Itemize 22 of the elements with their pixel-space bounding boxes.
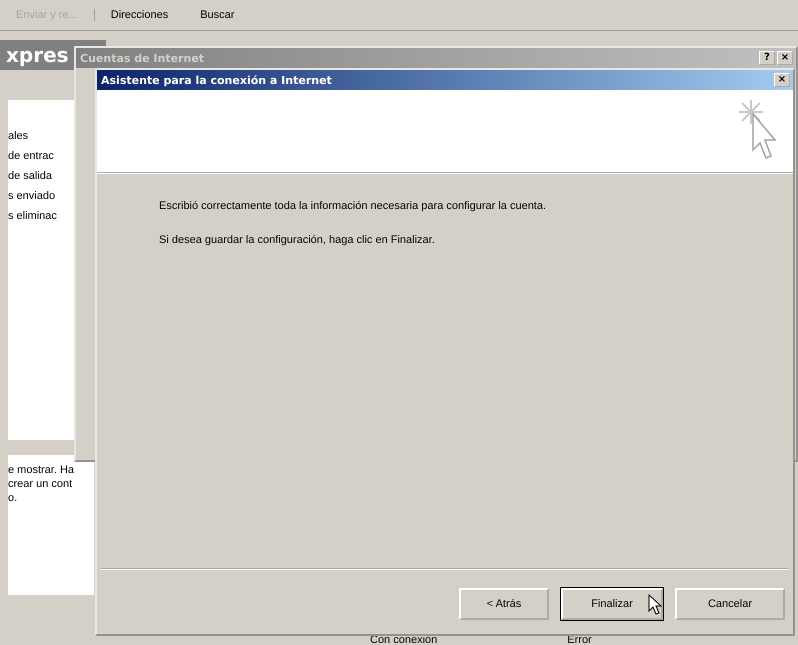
status-text: Con conexión (370, 634, 438, 645)
cursor-sparkle-icon (739, 100, 779, 162)
dialog-title: Asistente para la conexión a Internet (101, 74, 332, 86)
cancel-button[interactable]: Cancelar (675, 588, 785, 620)
toolbar-button[interactable]: Buscar (184, 9, 250, 21)
folder-item[interactable]: s enviado (8, 190, 56, 202)
toolbar-button[interactable]: Direcciones (94, 9, 184, 21)
folder-item[interactable]: ales (8, 130, 28, 142)
close-button[interactable]: × (774, 73, 790, 87)
folder-item[interactable]: s eliminac (8, 210, 57, 222)
mouse-pointer-icon (648, 594, 662, 616)
instruction-text: Escribió correctamente toda la información necesaria para configurar la cuenta. (159, 200, 548, 212)
instruction-text: Si desea guardar la configuración, haga clic en Finalizar. (159, 234, 436, 246)
finish-button[interactable]: Finalizar (561, 588, 663, 620)
preview-text: o. (8, 491, 18, 505)
preview-text: crear un cont (8, 477, 72, 491)
help-button[interactable]: ? (759, 51, 775, 65)
preview-text: e mostrar. Ha (8, 463, 74, 477)
close-button[interactable]: × (777, 51, 793, 65)
folder-item[interactable]: de salida (8, 170, 52, 182)
folder-item[interactable]: de entrac (8, 150, 54, 162)
back-button[interactable]: < Atrás (459, 588, 549, 620)
